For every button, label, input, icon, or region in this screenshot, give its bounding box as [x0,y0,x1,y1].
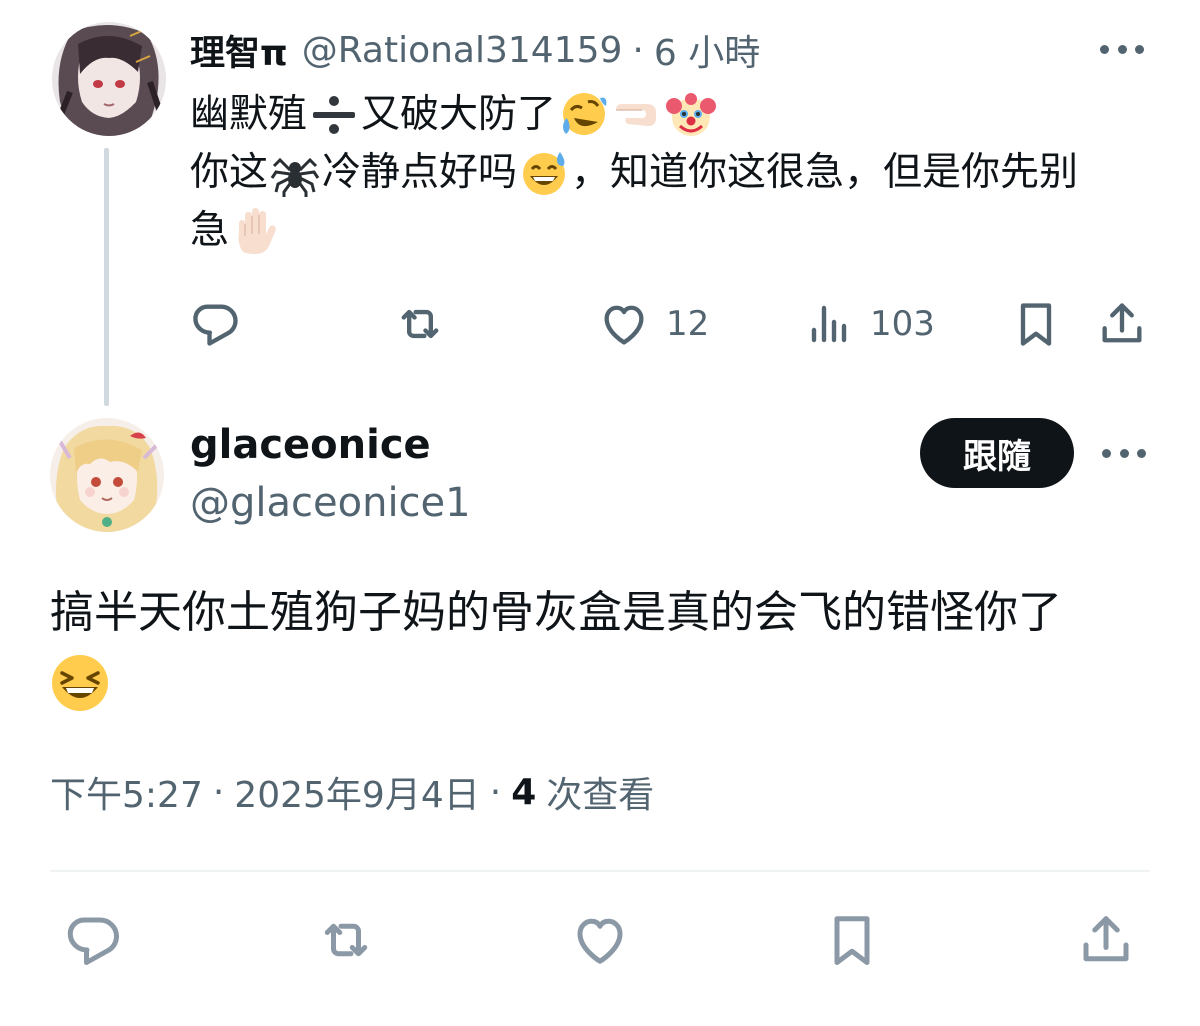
main-reply-button[interactable] [50,906,138,978]
clown-emoji-icon [666,90,717,140]
bookmark-icon [822,908,882,976]
pointing-left-emoji-icon [612,90,662,140]
follow-button[interactable]: 跟隨 [920,418,1074,488]
main-like-button[interactable] [556,906,644,978]
reply-text: 幽默殖 又破大防了 你这 冷静点好吗 ，知道你这很急，但是你先别 急 [190,86,1160,260]
like-button[interactable]: 12 [598,296,709,352]
raised-hand-emoji-icon [231,206,281,256]
views-count: 103 [870,304,935,344]
main-tweet-line: 搞半天你土殖狗子妈的骨灰盒是真的会飞的错怪你了 [50,587,1062,638]
reply-timestamp[interactable]: 6 小時 [654,24,760,76]
tweet-time[interactable]: 下午5:27 [50,766,203,818]
reply-text-segment: ，知道你这很急，但是你先别 [571,150,1079,195]
reply-more-icon[interactable] [1100,43,1144,55]
reply-text-segment: 幽默殖 [190,92,308,137]
reply-button[interactable] [190,296,242,352]
views-button[interactable]: 103 [806,296,935,352]
main-tweet-text: 搞半天你土殖狗子妈的骨灰盒是真的会飞的错怪你了 [50,578,1160,718]
like-icon [598,298,650,350]
reply-author-avatar[interactable] [52,22,166,136]
divide-emoji-icon [309,90,359,140]
reply-icon [190,298,242,350]
retweet-icon [313,910,379,974]
views-icon [806,298,854,350]
reply-header: 理智π @Rational314159 · 6 小時 [190,24,760,76]
tweet-date[interactable]: 2025年9月4日 [234,766,479,818]
main-share-button[interactable] [1062,906,1150,978]
grinning-sweat-emoji-icon [519,148,569,198]
share-icon [1096,298,1148,350]
reply-text-segment: 你这 [190,150,269,195]
spider-emoji-icon [270,148,320,198]
laughing-emoji-icon [50,653,110,713]
retweet-button[interactable] [392,296,448,352]
main-author-avatar[interactable] [50,418,164,532]
reply-icon [64,910,124,974]
reply-text-segment: 又破大防了 [361,92,557,137]
reply-separator: · [632,29,644,71]
main-more-icon[interactable] [1102,447,1146,459]
reply-handle[interactable]: @Rational314159 [302,30,623,71]
reply-text-segment: 冷静点好吗 [322,150,518,195]
main-action-bar [50,906,1150,978]
like-count: 12 [666,304,710,344]
thread-connector-line [104,148,109,406]
reply-text-segment: 急 [190,208,230,253]
main-display-name[interactable]: glaceonice [190,420,431,470]
view-count: 4 [511,771,537,813]
meta-separator: · [489,771,502,813]
bookmark-button[interactable] [1010,296,1062,352]
tweet-meta-row: 下午5:27 · 2025年9月4日 · 4 次查看 [50,766,654,818]
reply-action-bar: 12 103 [190,296,1150,352]
like-icon [569,910,631,974]
main-bookmark-button[interactable] [808,906,896,978]
share-button[interactable] [1096,296,1148,352]
main-handle[interactable]: @glaceonice1 [190,478,471,528]
meta-separator: · [212,771,225,813]
view-count-label: 次查看 [546,775,655,816]
main-retweet-button[interactable] [302,906,390,978]
retweet-icon [392,298,448,350]
divider [50,870,1150,872]
rofl-emoji-icon [558,90,608,140]
share-icon [1076,910,1136,974]
bookmark-icon [1010,298,1062,350]
reply-display-name[interactable]: 理智π [190,25,288,76]
